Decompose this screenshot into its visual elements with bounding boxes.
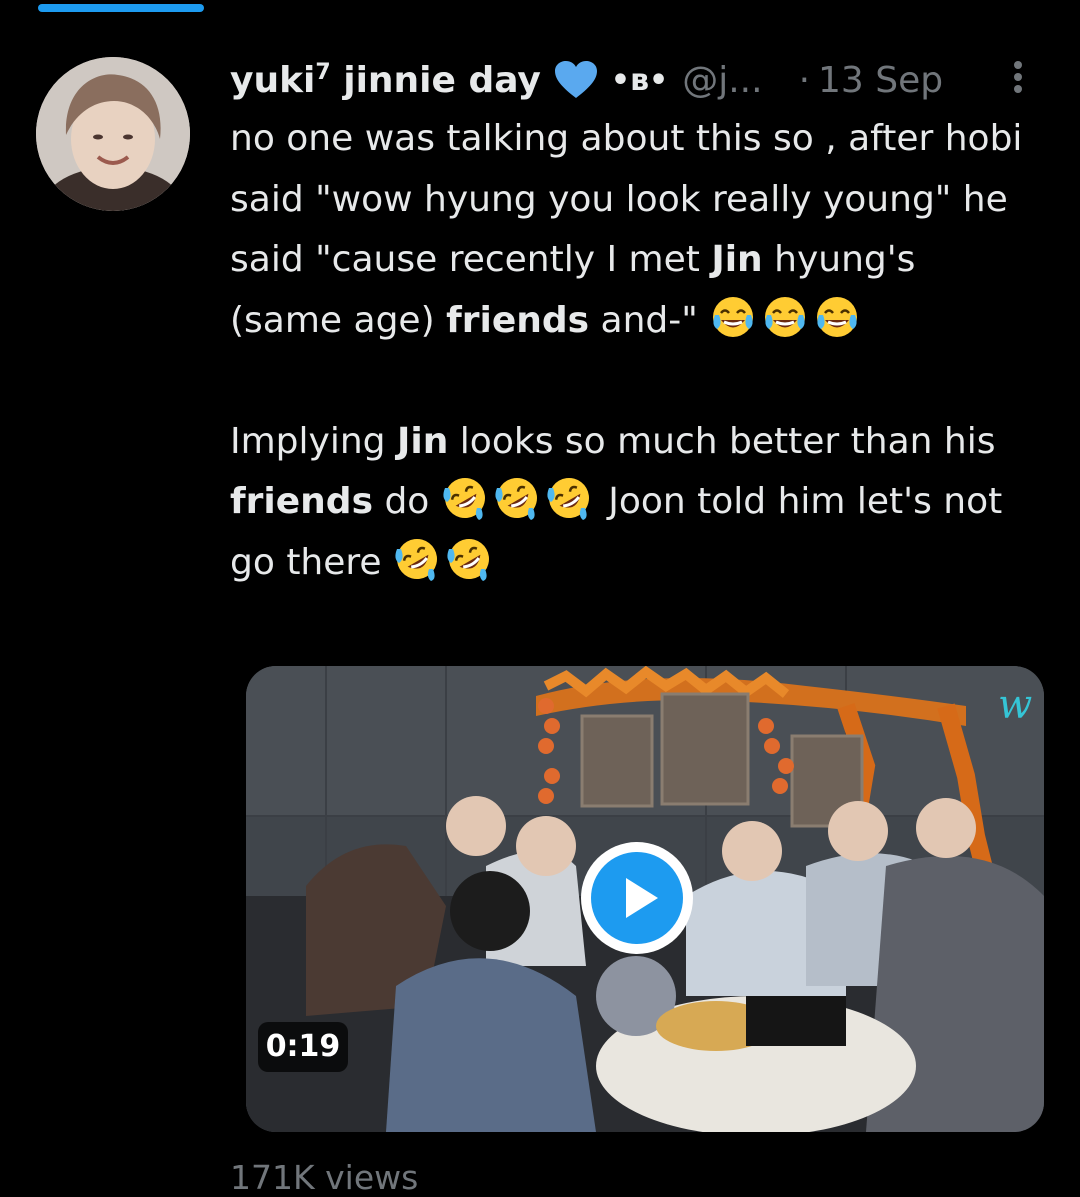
- face-with-tears-of-joy-icon: [813, 293, 861, 341]
- tweet-text: no one was talking about this so , after…: [230, 109, 1030, 593]
- dot-separator: ·: [798, 59, 811, 101]
- rolling-on-floor-laughing-icon: [393, 535, 441, 583]
- view-count: 171K views: [230, 1158, 419, 1197]
- rolling-on-floor-laughing-icon: [445, 535, 493, 583]
- face-with-tears-of-joy-icon: [709, 293, 757, 341]
- more-vertical-icon[interactable]: [1006, 57, 1030, 97]
- rolling-on-floor-laughing-icon: [545, 474, 593, 522]
- avatar[interactable]: [36, 57, 190, 211]
- tweet-header: yuki7 jinnie day •ʙ• @j... · 13 Sep: [230, 55, 1030, 105]
- blue-heart-icon: [553, 60, 599, 100]
- tweet-paragraph-2: Implying Jin looks so much better than h…: [230, 412, 1030, 594]
- handle-decoration: •ʙ•: [610, 62, 669, 98]
- rolling-on-floor-laughing-icon: [441, 474, 489, 522]
- play-icon: [581, 842, 693, 954]
- avatar-photo: [36, 57, 190, 211]
- rolling-on-floor-laughing-icon: [493, 474, 541, 522]
- watermark-logo: w: [998, 682, 1032, 728]
- face-with-tears-of-joy-icon: [761, 293, 809, 341]
- play-button[interactable]: [579, 840, 695, 956]
- timestamp[interactable]: 13 Sep: [818, 60, 943, 101]
- display-name[interactable]: yuki7 jinnie day: [230, 60, 541, 101]
- video-thumbnail[interactable]: w 0:19: [246, 666, 1044, 1132]
- user-handle[interactable]: @j...: [682, 60, 762, 101]
- video-duration: 0:19: [258, 1022, 348, 1072]
- tweet-paragraph-1: no one was talking about this so , after…: [230, 118, 1023, 341]
- top-progress-bar: [38, 4, 204, 12]
